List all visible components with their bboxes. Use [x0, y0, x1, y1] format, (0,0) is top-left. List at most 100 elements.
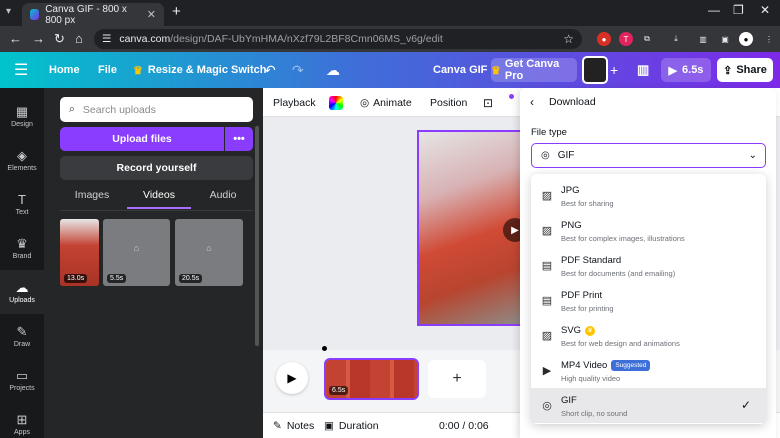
- extensions-puzzle-icon[interactable]: ⧉: [640, 32, 654, 46]
- play-icon: ▶: [287, 371, 297, 385]
- option-desc: Best for printing: [561, 304, 614, 313]
- rail-item-design[interactable]: ▦ Design: [0, 94, 44, 138]
- file-menu[interactable]: File: [98, 52, 117, 88]
- main-menu-icon[interactable]: ☰: [14, 52, 28, 88]
- sidebar-icon[interactable]: ▥: [696, 32, 710, 46]
- address-bar[interactable]: ☰ canva.com/design/DAF-UbYmHMA/nXzf79L2B…: [94, 29, 582, 49]
- record-yourself-button[interactable]: Record yourself: [60, 156, 253, 180]
- tab-audio[interactable]: Audio: [194, 189, 252, 209]
- video-thumbnail[interactable]: ⌂ 5.5s: [103, 219, 170, 286]
- panel-scrollbar[interactable]: [255, 126, 259, 346]
- option-png[interactable]: ▨ PNG Best for complex images, illustrat…: [531, 213, 766, 248]
- forward-icon[interactable]: →: [32, 31, 45, 46]
- tab-search-icon[interactable]: ▾: [6, 6, 11, 17]
- design-artboard[interactable]: ▶: [417, 130, 523, 326]
- animate-button[interactable]: ◎ Animate: [360, 88, 412, 117]
- option-gif[interactable]: ◎ GIF Short clip, no sound ✓: [531, 388, 766, 423]
- bookmark-star-icon[interactable]: ☆: [563, 32, 574, 46]
- option-name-row: SVG ♛: [561, 325, 596, 336]
- option-desc: High quality video: [561, 374, 621, 383]
- rail-label: Elements: [7, 164, 37, 172]
- tab-divider: [60, 210, 253, 211]
- elements-icon: ◈: [17, 147, 27, 163]
- chrome-menu-icon[interactable]: ⋮: [762, 32, 776, 46]
- rail-item-draw[interactable]: ✎ Draw: [0, 314, 44, 358]
- extension-icon[interactable]: T: [619, 32, 633, 46]
- option-jpg[interactable]: ▨ JPG Best for sharing: [531, 178, 766, 213]
- file-type-dropdown: ▨ JPG Best for sharing ▨ PNG Best for co…: [531, 174, 766, 424]
- browser-tab[interactable]: Canva GIF - 800 x 800 px ✕: [22, 3, 164, 26]
- document-icon: ▤: [541, 260, 553, 272]
- resize-button[interactable]: ♛ Resize & Magic Switch: [133, 52, 266, 88]
- undo-icon[interactable]: ↶: [264, 52, 276, 88]
- file-type-select[interactable]: ◎ GIF ⌄: [531, 143, 766, 168]
- tab-images[interactable]: Images: [60, 189, 124, 209]
- color-swatch-button[interactable]: [329, 88, 343, 117]
- rail-item-text[interactable]: T Text: [0, 182, 44, 226]
- present-button[interactable]: ▶ 6.5s: [661, 58, 711, 82]
- search-input[interactable]: ⌕ Search uploads: [60, 97, 253, 122]
- rail-item-brand[interactable]: ♛ Brand: [0, 226, 44, 270]
- position-button[interactable]: Position: [430, 88, 467, 117]
- redo-icon[interactable]: ↷: [292, 52, 304, 88]
- reload-icon[interactable]: ↻: [54, 31, 65, 47]
- rail-item-projects[interactable]: ▭ Projects: [0, 358, 44, 402]
- option-name: JPG: [561, 185, 580, 196]
- playhead[interactable]: [322, 346, 327, 351]
- duration-button[interactable]: ▣ Duration: [324, 413, 379, 438]
- playback-button[interactable]: Playback: [273, 88, 316, 117]
- minimize-icon[interactable]: —: [708, 3, 720, 17]
- notes-button[interactable]: ✎ Notes: [273, 413, 314, 438]
- tab-close-icon[interactable]: ✕: [147, 8, 156, 21]
- profile-icon[interactable]: ▣: [718, 32, 732, 46]
- option-name: GIF: [561, 395, 577, 406]
- back-icon[interactable]: ←: [9, 31, 22, 46]
- get-pro-button[interactable]: ♛ Get Canva Pro: [491, 58, 577, 82]
- rail-item-uploads[interactable]: ☁ Uploads: [0, 270, 44, 314]
- site-info-icon[interactable]: ☰: [102, 33, 111, 45]
- file-type-label: File type: [531, 127, 567, 138]
- suggested-badge: Suggested: [611, 360, 651, 371]
- document-title[interactable]: Canva GIF: [433, 52, 487, 88]
- account-avatar[interactable]: ●: [739, 32, 753, 46]
- user-avatar[interactable]: [582, 56, 608, 84]
- rail-item-elements[interactable]: ◈ Elements: [0, 138, 44, 182]
- rail-item-apps[interactable]: ⊞ Apps: [0, 402, 44, 438]
- lock-icon[interactable]: ⊡: [483, 88, 493, 117]
- analytics-icon[interactable]: ▥: [637, 52, 649, 88]
- share-label: Share: [736, 64, 767, 76]
- upload-files-button[interactable]: Upload files: [60, 127, 224, 151]
- uploads-panel: ⌕ Search uploads Upload files ••• Record…: [44, 88, 263, 438]
- option-mp4-video[interactable]: ▶ MP4 Video Suggested High quality video: [531, 353, 766, 388]
- image-icon: ▨: [541, 330, 553, 342]
- gif-icon: ◎: [541, 150, 550, 161]
- new-tab-icon[interactable]: +: [172, 3, 181, 20]
- home-icon[interactable]: ⌂: [75, 31, 83, 46]
- cloud-save-icon[interactable]: ☁: [326, 52, 340, 88]
- add-clip-button[interactable]: +: [428, 360, 486, 398]
- home-link[interactable]: Home: [49, 52, 80, 88]
- rail-label: Apps: [14, 428, 30, 436]
- draw-icon: ✎: [16, 323, 28, 339]
- add-collaborator-icon[interactable]: +: [610, 52, 618, 88]
- tab-videos[interactable]: Videos: [127, 189, 191, 209]
- option-pdf-print[interactable]: ▤ PDF Print Best for printing: [531, 283, 766, 318]
- crown-icon: ♛: [491, 64, 501, 77]
- video-thumbnail[interactable]: ⌂ 20.5s: [175, 219, 243, 286]
- video-thumbnail[interactable]: 13.0s: [60, 219, 99, 286]
- timeline-play-button[interactable]: ▶: [276, 362, 308, 394]
- option-pdf-standard[interactable]: ▤ PDF Standard Best for documents (and e…: [531, 248, 766, 283]
- option-desc: Best for sharing: [561, 199, 614, 208]
- upload-more-button[interactable]: •••: [225, 127, 253, 151]
- option-svg[interactable]: ▨ SVG ♛ Best for web design and animation…: [531, 318, 766, 353]
- back-chevron-icon[interactable]: ‹: [530, 95, 534, 109]
- extension-icon[interactable]: ●: [597, 32, 611, 46]
- share-button[interactable]: ⇪ Share: [717, 58, 773, 82]
- tab-title: Canva GIF - 800 x 800 px: [45, 3, 127, 26]
- maximize-icon[interactable]: ❐: [733, 3, 744, 17]
- notification-dot: [509, 94, 514, 99]
- animate-label: Animate: [373, 96, 412, 109]
- timeline-clip[interactable]: 6.5s: [324, 358, 419, 400]
- download-icon[interactable]: ⤓: [669, 32, 683, 46]
- window-close-icon[interactable]: ✕: [760, 3, 770, 17]
